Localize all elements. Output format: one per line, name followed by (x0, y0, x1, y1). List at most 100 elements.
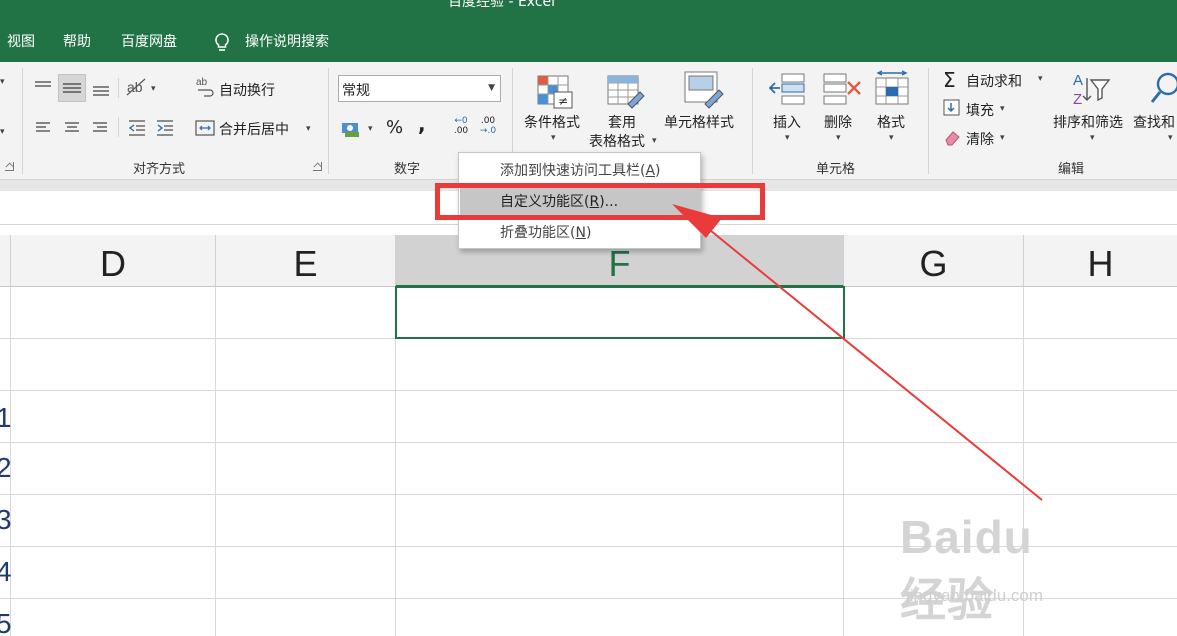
autosum-dropdown-icon[interactable]: ▾ (1038, 74, 1043, 84)
conditional-dropdown-icon[interactable]: ▾ (551, 133, 556, 143)
increase-decimal-bottom: .00 (453, 126, 469, 136)
column-header-g[interactable]: G (844, 235, 1024, 287)
decrease-indent-icon[interactable] (126, 117, 148, 139)
merge-center-button[interactable]: 合并后居中 (219, 119, 289, 139)
group-label-alignment: 对齐方式 (133, 162, 186, 177)
tab-help[interactable]: 帮助 (63, 24, 91, 62)
format-as-table-button[interactable]: 表格格式 (589, 131, 645, 151)
sort-filter-dropdown-icon[interactable]: ▾ (1090, 133, 1095, 143)
svg-text:Z: Z (1073, 91, 1082, 108)
wrap-text-button[interactable]: 自动换行 (219, 80, 275, 100)
align-top-icon[interactable] (32, 76, 54, 98)
align-center-icon[interactable] (61, 117, 83, 139)
svg-text:A: A (1073, 72, 1083, 89)
grid-line (0, 494, 1177, 495)
autosum-button[interactable]: 自动求和 (966, 71, 1022, 91)
tell-me-search[interactable]: 操作说明搜索 (245, 24, 329, 62)
window-title: 百度经验 - Excel (448, 0, 556, 10)
sort-filter-button[interactable]: 排序和筛选 (1053, 112, 1123, 132)
find-select-button[interactable]: 查找和 (1133, 112, 1175, 132)
column-header-h[interactable]: H (1024, 235, 1177, 287)
increase-decimal-button[interactable]: ←0 .00 (449, 116, 473, 140)
format-cells-icon[interactable] (874, 70, 910, 108)
cell-styles-icon[interactable] (683, 70, 725, 110)
orientation-dropdown-icon[interactable]: ▾ (151, 84, 156, 94)
watermark-url: jingyan.baidu.com (906, 586, 1044, 605)
decrease-decimal-top: .00 (480, 116, 496, 126)
format-cells-button[interactable]: 格式 (877, 112, 905, 132)
delete-cells-button[interactable]: 删除 (824, 112, 852, 132)
insert-dropdown-icon[interactable]: ▾ (785, 133, 790, 143)
delete-cells-icon[interactable] (822, 72, 864, 108)
ribbon-tabs: 视图 帮助 百度网盘 操作说明搜索 (0, 24, 1177, 62)
menu-item-label: 折叠功能区 (500, 225, 570, 241)
align-middle-button[interactable] (58, 74, 86, 102)
alignment-launcher-icon[interactable] (313, 162, 322, 171)
lightbulb-icon[interactable] (212, 32, 232, 54)
align-bottom-icon[interactable] (90, 76, 112, 98)
menu-item-add-to-qat[interactable]: 添加到快速访问工具栏(A) (460, 156, 700, 186)
menu-item-hotkey: A (645, 163, 656, 179)
tab-baidu-netdisk[interactable]: 百度网盘 (121, 24, 177, 62)
conditional-formatting-button[interactable]: 条件格式 (524, 112, 580, 132)
format-dropdown-icon[interactable]: ▾ (889, 133, 894, 143)
row-number[interactable]: 4 (0, 556, 12, 588)
divider (118, 78, 119, 98)
menu-item-hotkey: N (575, 225, 586, 241)
cell-styles-button[interactable]: 单元格样式 (664, 112, 734, 132)
magnifier-icon[interactable] (1150, 70, 1177, 108)
fill-down-icon[interactable] (943, 99, 961, 117)
decrease-decimal-button[interactable]: .00 →.0 (476, 116, 500, 140)
column-header-d[interactable]: D (11, 235, 216, 287)
column-header-e[interactable]: E (216, 235, 396, 287)
comma-style-button[interactable]: , (418, 112, 426, 136)
menu-item-label: 添加到快速访问工具栏 (500, 163, 640, 179)
grid-line (0, 390, 1177, 391)
row-number[interactable]: 2 (0, 452, 12, 484)
align-left-icon[interactable] (32, 117, 54, 139)
align-right-icon[interactable] (89, 117, 111, 139)
fill-button[interactable]: 填充 (966, 100, 994, 120)
column-header-partial[interactable] (0, 235, 11, 287)
group-label-cells: 单元格 (816, 162, 856, 177)
grid-line (395, 287, 396, 636)
accounting-dropdown-icon[interactable]: ▾ (368, 124, 373, 134)
svg-text:▾: ▾ (0, 77, 5, 87)
accounting-format-icon[interactable] (340, 118, 364, 140)
delete-dropdown-icon[interactable]: ▾ (836, 133, 841, 143)
chevron-down-icon[interactable]: ▼ (488, 83, 495, 93)
watermark-logo: Baidu经验 (900, 511, 1033, 626)
menu-item-collapse-ribbon[interactable]: 折叠功能区(N) (460, 218, 700, 248)
fill-dropdown-icon[interactable]: ▾ (1000, 104, 1005, 114)
number-format-combo[interactable]: 常规 ▼ (338, 75, 501, 102)
row-number[interactable]: 5 (0, 608, 12, 636)
active-cell-f[interactable] (395, 286, 845, 339)
clear-dropdown-icon[interactable]: ▾ (1000, 133, 1005, 143)
grid-line (215, 287, 216, 636)
sigma-icon[interactable]: Σ (943, 68, 956, 92)
format-as-table-icon[interactable] (606, 74, 646, 110)
wrap-text-icon[interactable]: ab (196, 76, 216, 98)
increase-indent-icon[interactable] (154, 117, 176, 139)
insert-cells-button[interactable]: 插入 (773, 112, 801, 132)
insert-cells-icon[interactable] (768, 72, 808, 108)
conditional-formatting-icon[interactable]: ≠ (536, 74, 574, 110)
divider (752, 68, 753, 174)
cutoff-caret-icon: ▾ ▾ (0, 77, 5, 137)
row-number[interactable]: 1 (0, 402, 12, 434)
orientation-icon[interactable]: ab (125, 76, 149, 98)
clear-button[interactable]: 清除 (966, 129, 994, 149)
divider (328, 68, 329, 174)
decrease-decimal-bottom: →.0 (479, 126, 497, 136)
clipboard-launcher-icon[interactable] (5, 162, 14, 171)
row-number[interactable]: 3 (0, 504, 12, 536)
percent-style-button[interactable]: % (386, 117, 403, 138)
find-dropdown-icon[interactable]: ▾ (1168, 133, 1173, 143)
tab-view[interactable]: 视图 (7, 24, 35, 62)
eraser-icon[interactable] (943, 128, 961, 146)
merge-center-icon[interactable] (194, 117, 216, 139)
merge-dropdown-icon[interactable]: ▾ (306, 124, 311, 134)
format-table-dropdown-icon[interactable]: ▾ (652, 136, 657, 146)
format-as-table-line1[interactable]: 套用 (608, 112, 636, 132)
sort-filter-icon[interactable]: A Z (1071, 70, 1113, 108)
